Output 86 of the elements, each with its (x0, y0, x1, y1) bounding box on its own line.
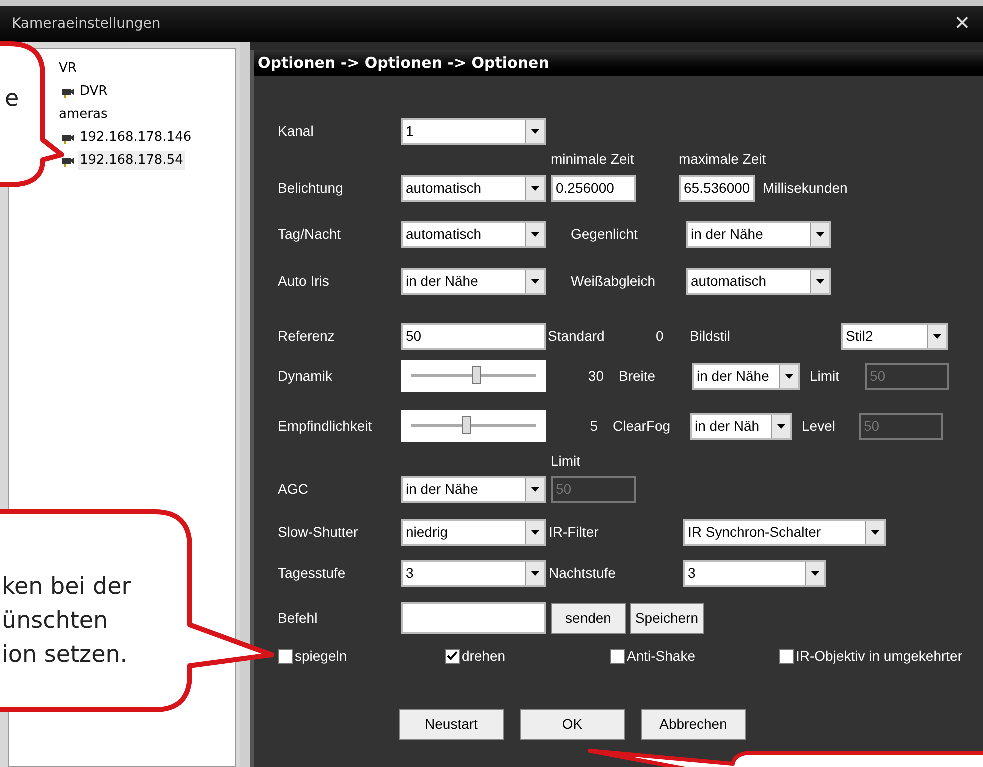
field-label: Dynamik (278, 366, 334, 386)
dropdown[interactable]: 3 (683, 560, 826, 587)
callout-text: e (5, 85, 20, 114)
field-label: Breite (619, 366, 657, 386)
dropdown[interactable]: in der Nähe (692, 362, 800, 390)
close-button[interactable]: ✕ (954, 9, 971, 39)
field-label: Auto Iris (278, 272, 330, 291)
value-text: 0 (656, 327, 665, 346)
dialog-button[interactable]: Neustart (399, 709, 504, 740)
tree-item[interactable]: VR (57, 58, 79, 78)
dropdown[interactable]: in der Nähe (686, 221, 831, 248)
callout-text: ken bei der ünschten ion setzen. (2, 573, 132, 670)
dropdown[interactable]: automatisch (401, 175, 546, 202)
caret-icon (525, 478, 544, 500)
field-label: Gegenlicht (571, 225, 639, 244)
panel-title: Optionen -> Optionen -> Optionen (258, 52, 550, 74)
slider-reading: 5 (589, 416, 598, 436)
caret-icon (525, 223, 544, 246)
field-label: Nachtstufe (549, 564, 617, 583)
dropdown[interactable]: 1 (401, 118, 546, 145)
caret-icon (779, 364, 798, 388)
field-label: Tag/Nacht (278, 225, 342, 244)
tree-item[interactable]: 192.168.178.146 (78, 128, 194, 148)
field-label: IR-Filter (549, 523, 600, 542)
field-label: Befehl (278, 608, 319, 628)
dropdown[interactable]: niedrig (401, 519, 546, 546)
window-title: Kameraeinstellungen (12, 14, 161, 34)
save-button[interactable]: Speichern (630, 602, 704, 634)
caret-icon (810, 270, 829, 293)
dropdown[interactable]: in der Nähe (401, 268, 546, 295)
tree-item[interactable]: 192.168.178.54 (78, 150, 186, 170)
checkbox-label: drehen (462, 646, 506, 666)
field-label: Limit (551, 452, 581, 470)
checkbox[interactable] (779, 648, 794, 664)
caret-icon (927, 325, 946, 348)
dropdown[interactable]: in der Näh (690, 412, 792, 440)
dropdown[interactable]: 3 (401, 560, 546, 587)
field-label: minimale Zeit (551, 150, 636, 168)
checkbox[interactable] (278, 648, 293, 664)
caret-icon (525, 120, 544, 143)
slider-reading: 30 (587, 366, 604, 386)
caret-icon (805, 562, 824, 585)
slider[interactable] (401, 410, 546, 442)
field-label: Referenz (278, 327, 336, 346)
slider-thumb[interactable] (472, 366, 481, 384)
field-label: Level (802, 416, 836, 436)
dropdown[interactable]: Stil2 (841, 323, 948, 350)
caret-icon (810, 223, 829, 246)
field-label: ClearFog (613, 416, 672, 436)
field-label: AGC (278, 480, 310, 498)
dialog-button[interactable]: Abbrechen (641, 709, 746, 740)
checkbox[interactable] (445, 648, 460, 664)
input-field[interactable]: 50 (401, 323, 546, 350)
caret-icon (525, 562, 544, 585)
field-label: Slow-Shutter (278, 523, 360, 542)
dropdown[interactable]: automatisch (401, 221, 546, 248)
dialog-button[interactable]: OK (520, 709, 625, 740)
field-label: Standard (548, 327, 606, 346)
checkbox-label: spiegeln (295, 646, 348, 666)
caret-icon (771, 414, 790, 438)
field-label: Limit (810, 366, 841, 386)
input-field[interactable]: 65.536000 (679, 175, 755, 202)
dropdown[interactable]: automatisch (686, 268, 831, 295)
checkbox[interactable] (610, 648, 625, 664)
tree-item[interactable]: ameras (57, 104, 110, 124)
send-button[interactable]: senden (551, 602, 626, 634)
field-label: Belichtung (278, 179, 344, 198)
caret-icon (525, 270, 544, 293)
slider[interactable] (401, 360, 546, 392)
field-label: Bildstil (690, 327, 732, 346)
caret-icon (525, 177, 544, 200)
checkbox-label: IR-Objektiv in umgekehrter (796, 646, 963, 666)
field-label: Tagesstufe (278, 564, 347, 583)
field-label: Weißabgleich (571, 272, 657, 291)
dropdown[interactable]: IR Synchron-Schalter (683, 519, 886, 546)
input-field[interactable]: 0.256000 (551, 175, 636, 202)
field-label: Empfindlichkeit (278, 416, 374, 436)
checkbox-label: Anti-Shake (627, 646, 696, 666)
tree-item[interactable]: DVR (78, 82, 110, 102)
caret-icon (865, 521, 884, 544)
field-label: Kanal (278, 122, 315, 141)
field-label: maximale Zeit (679, 150, 766, 168)
unit-label: Millisekunden (763, 179, 848, 198)
slider-thumb[interactable] (462, 416, 471, 434)
input-field[interactable] (401, 602, 546, 634)
caret-icon (525, 521, 544, 544)
